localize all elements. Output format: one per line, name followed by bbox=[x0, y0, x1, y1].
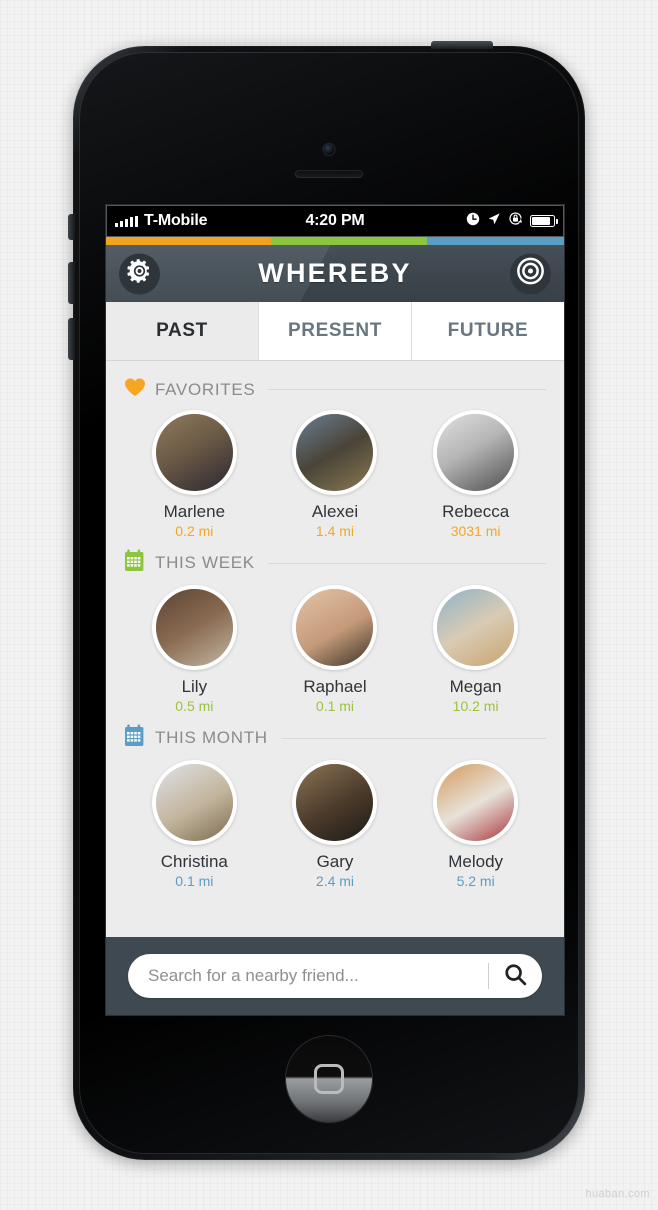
person-card[interactable]: Raphael 0.1 mi bbox=[275, 585, 395, 714]
battery-icon bbox=[530, 215, 559, 227]
person-name: Lily bbox=[181, 677, 208, 696]
phone-device: T-Mobile 4:20 PM WHEREBY PAST PRESENT FU… bbox=[68, 41, 585, 1160]
location-arrow-icon bbox=[487, 212, 501, 231]
section-title-favorites: FAVORITES bbox=[155, 379, 256, 399]
calendar-icon bbox=[124, 549, 146, 577]
tab-past[interactable]: PAST bbox=[106, 302, 259, 360]
person-card[interactable]: Megan 10.2 mi bbox=[416, 585, 536, 714]
stripe-segment-green bbox=[270, 237, 427, 245]
carrier-label: T-Mobile bbox=[144, 212, 208, 229]
person-name: Christina bbox=[160, 852, 228, 871]
person-card[interactable]: Alexei 1.4 mi bbox=[275, 410, 395, 539]
home-button[interactable] bbox=[286, 1036, 372, 1122]
person-name: Marlene bbox=[163, 502, 226, 521]
avatar bbox=[433, 760, 519, 845]
person-distance: 0.1 mi bbox=[315, 698, 355, 714]
search-field-wrapper[interactable] bbox=[128, 954, 542, 998]
avatar bbox=[292, 585, 378, 670]
rotation-lock-icon bbox=[508, 211, 523, 231]
person-distance: 3031 mi bbox=[450, 523, 501, 539]
gear-icon bbox=[127, 259, 152, 289]
status-bar-left: T-Mobile bbox=[115, 212, 305, 230]
person-card[interactable]: Marlene 0.2 mi bbox=[134, 410, 254, 539]
avatar bbox=[151, 760, 237, 845]
person-name: Raphael bbox=[303, 677, 367, 696]
person-row-this-week: Lily 0.5 mi Raphael 0.1 mi Megan 10.2 mi bbox=[106, 579, 564, 714]
clock-icon bbox=[466, 212, 480, 231]
signal-bars-icon bbox=[115, 215, 138, 227]
watermark: huaban.com bbox=[585, 1188, 650, 1200]
power-button[interactable] bbox=[431, 41, 493, 49]
friends-list: FAVORITES Marlene 0.2 mi Alexei 1.4 mi R… bbox=[106, 361, 564, 937]
section-divider bbox=[268, 389, 546, 390]
volume-down-button[interactable] bbox=[68, 318, 75, 360]
section-header-this-month: THIS MONTH bbox=[106, 714, 564, 754]
heart-icon bbox=[124, 377, 146, 402]
phone-screen: T-Mobile 4:20 PM WHEREBY PAST PRESENT FU… bbox=[106, 205, 564, 1015]
stripe-segment-orange bbox=[106, 237, 271, 245]
section-divider bbox=[267, 562, 546, 564]
person-card[interactable]: Gary 2.4 mi bbox=[275, 760, 395, 889]
search-divider bbox=[488, 963, 489, 989]
earpiece-speaker bbox=[295, 170, 363, 178]
person-distance: 1.4 mi bbox=[315, 523, 355, 539]
status-bar-time: 4:20 PM bbox=[305, 212, 365, 229]
avatar bbox=[151, 410, 237, 495]
timeline-tabs: PAST PRESENT FUTURE bbox=[106, 302, 564, 361]
person-card[interactable]: Lily 0.5 mi bbox=[134, 585, 254, 714]
person-name: Megan bbox=[449, 677, 502, 696]
section-title-this-week: THIS WEEK bbox=[155, 553, 255, 572]
person-name: Melody bbox=[448, 852, 504, 871]
section-header-favorites: FAVORITES bbox=[106, 367, 564, 404]
avatar bbox=[433, 410, 519, 495]
search-footer bbox=[106, 937, 564, 1015]
person-distance: 0.5 mi bbox=[175, 698, 214, 714]
volume-up-button[interactable] bbox=[68, 262, 75, 304]
section-divider bbox=[280, 737, 546, 739]
home-square-icon bbox=[314, 1064, 344, 1094]
avatar bbox=[292, 410, 378, 495]
person-row-this-month: Christina 0.1 mi Gary 2.4 mi Melody 5.2 … bbox=[106, 754, 564, 889]
search-input[interactable] bbox=[148, 966, 488, 986]
status-bar-right bbox=[365, 211, 559, 231]
search-icon bbox=[503, 962, 528, 990]
person-name: Gary bbox=[316, 852, 354, 871]
app-header: WHEREBY bbox=[106, 245, 564, 302]
person-name: Alexei bbox=[311, 502, 359, 521]
color-stripe bbox=[106, 237, 564, 245]
section-title-this-month: THIS MONTH bbox=[155, 728, 268, 747]
person-row-favorites: Marlene 0.2 mi Alexei 1.4 mi Rebecca 303… bbox=[106, 404, 564, 539]
stripe-segment-blue bbox=[426, 237, 564, 245]
silent-switch[interactable] bbox=[68, 214, 75, 240]
calendar-icon bbox=[124, 724, 146, 752]
status-bar: T-Mobile 4:20 PM bbox=[106, 205, 564, 237]
person-card[interactable]: Melody 5.2 mi bbox=[416, 760, 536, 889]
person-distance: 0.2 mi bbox=[175, 523, 214, 539]
person-distance: 0.1 mi bbox=[175, 873, 214, 889]
settings-button[interactable] bbox=[119, 253, 160, 294]
person-distance: 2.4 mi bbox=[315, 873, 355, 889]
person-distance: 5.2 mi bbox=[456, 873, 495, 889]
front-camera bbox=[323, 144, 335, 155]
section-header-this-week: THIS WEEK bbox=[106, 539, 564, 579]
tab-future[interactable]: FUTURE bbox=[412, 302, 564, 360]
tab-present[interactable]: PRESENT bbox=[259, 302, 412, 360]
person-card[interactable]: Christina 0.1 mi bbox=[134, 760, 254, 889]
locate-button[interactable] bbox=[510, 253, 551, 294]
avatar bbox=[433, 585, 519, 670]
phone-bezel: T-Mobile 4:20 PM WHEREBY PAST PRESENT FU… bbox=[79, 52, 579, 1154]
person-card[interactable]: Rebecca 3031 mi bbox=[416, 410, 536, 539]
app-title: WHEREBY bbox=[258, 258, 412, 288]
target-icon bbox=[517, 257, 544, 290]
search-button[interactable] bbox=[494, 957, 536, 995]
avatar bbox=[151, 585, 237, 670]
avatar bbox=[292, 760, 378, 845]
person-name: Rebecca bbox=[442, 502, 510, 521]
person-distance: 10.2 mi bbox=[452, 698, 499, 714]
